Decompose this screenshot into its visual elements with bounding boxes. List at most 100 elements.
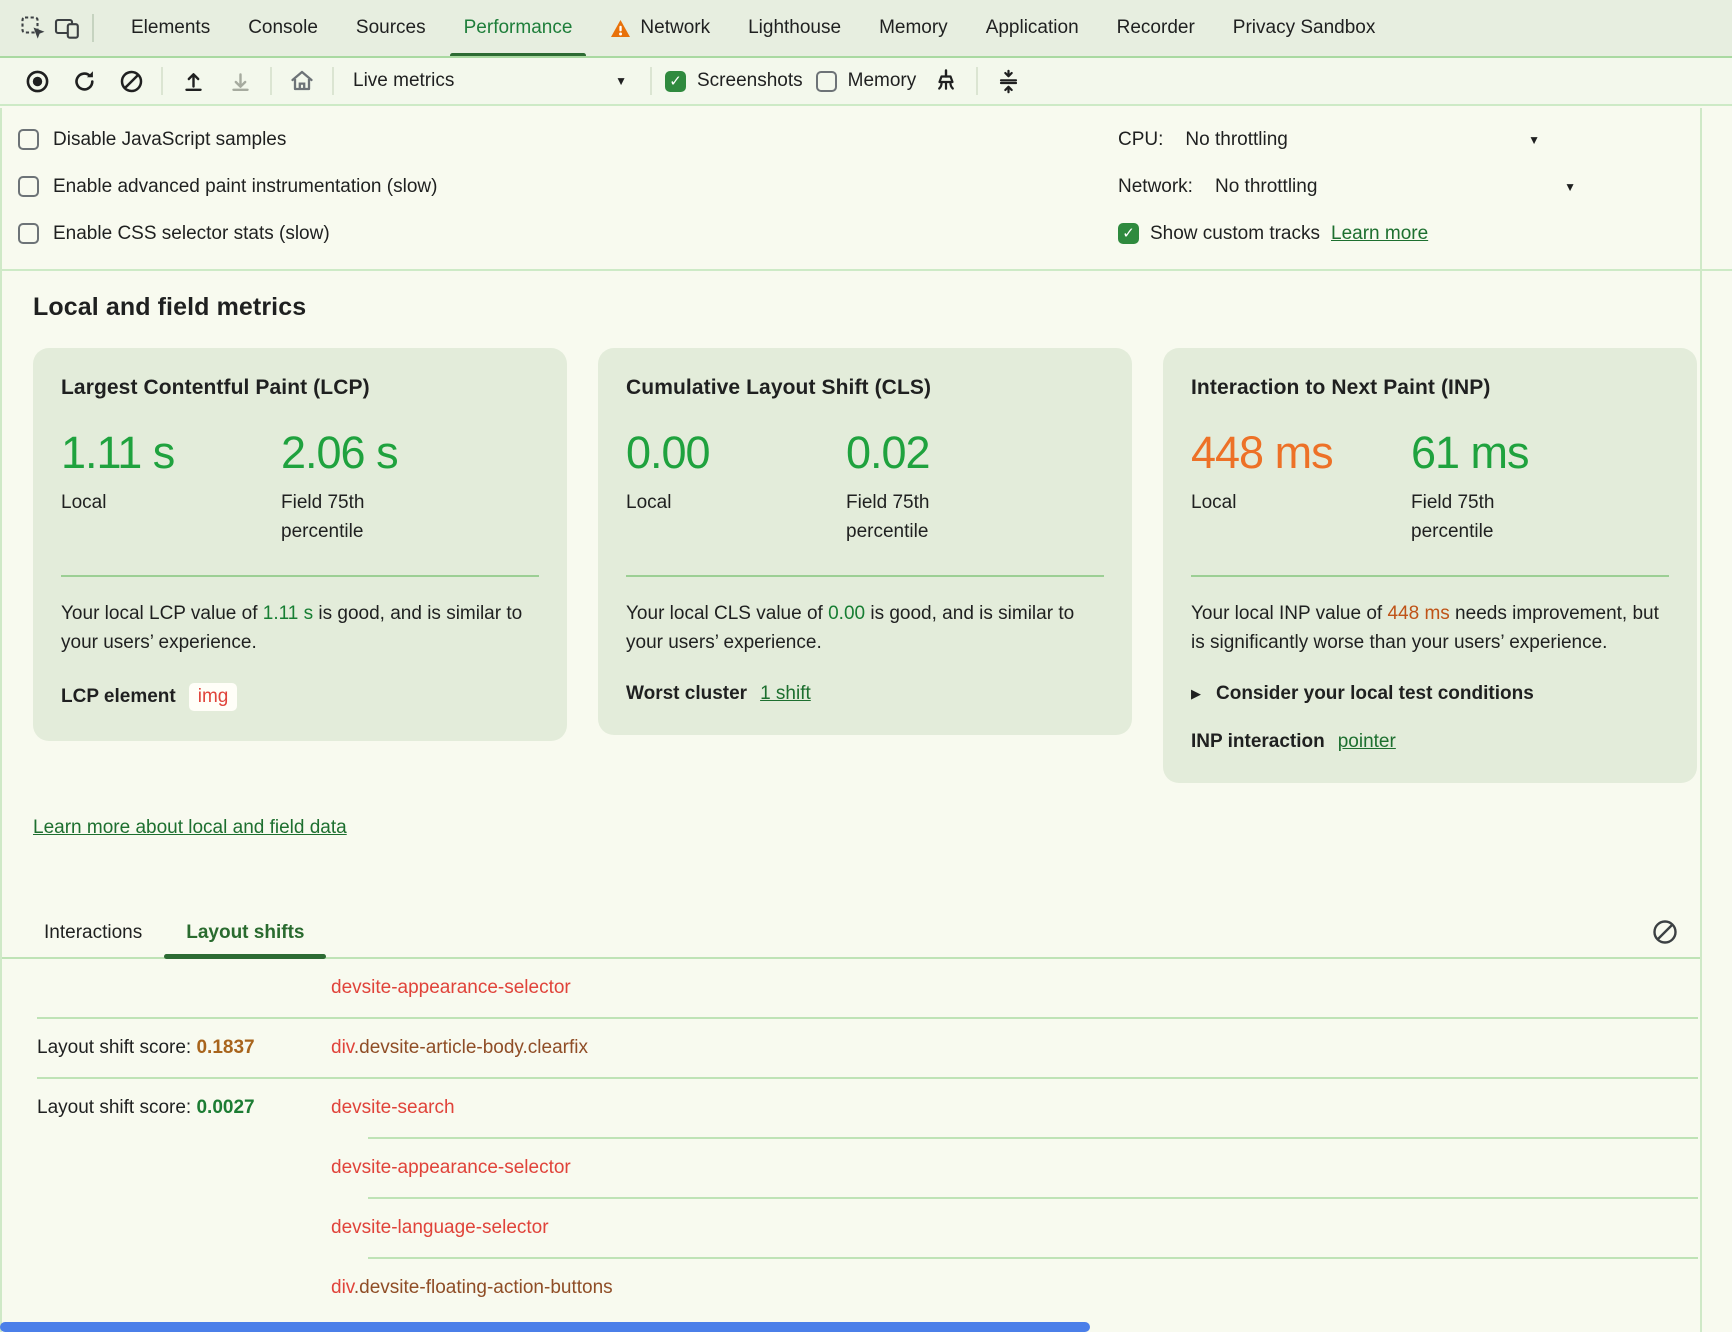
gc-brush-icon[interactable]: [929, 64, 963, 98]
panel-tabs: Elements ConsoleSources Performance Network…: [112, 0, 1732, 56]
tab-label: Performance: [464, 17, 573, 39]
cls-worst-cluster-row: Worst cluster 1 shift: [626, 683, 1104, 705]
clear-log-icon[interactable]: [1648, 915, 1682, 949]
option-css-selector-stats[interactable]: Enable CSS selector stats (slow): [18, 210, 437, 257]
inp-interaction-link[interactable]: pointer: [1338, 731, 1396, 753]
throttling-settings: CPU: No throttling ▼ Network: No throttl…: [1118, 116, 1732, 257]
lcp-inline-value: 1.11 s: [263, 603, 313, 624]
tab-elements[interactable]: Elements: [112, 0, 229, 56]
checkbox-box[interactable]: [18, 176, 39, 197]
toolbar-divider: [332, 67, 334, 95]
home-icon[interactable]: [285, 64, 319, 98]
inspect-element-icon[interactable]: [16, 11, 50, 45]
tab-sources[interactable]: Sources: [337, 0, 445, 56]
tab-label: Elements: [131, 17, 210, 39]
local-label: Local: [61, 488, 196, 517]
element-node-link[interactable]: devsite-language-selector: [331, 1217, 1732, 1239]
worst-cluster-link[interactable]: 1 shift: [760, 683, 811, 705]
field-label: Field 75th percentile: [846, 488, 981, 547]
cls-card: Cumulative Layout Shift (CLS) 0.00 Local…: [598, 348, 1132, 735]
checkbox-box[interactable]: [18, 223, 39, 244]
lcp-element-row: LCP element img: [61, 683, 539, 711]
tab-application[interactable]: Application: [967, 0, 1098, 56]
checkbox-box[interactable]: [1118, 223, 1139, 244]
score-value: 0.1837: [196, 1037, 254, 1058]
tab-label: Privacy Sandbox: [1233, 17, 1376, 39]
capture-settings: Disable JavaScript samples Enable advanc…: [0, 106, 1732, 271]
log-tab-interactions[interactable]: Interactions: [22, 909, 164, 957]
cls-local-value: 0.00: [626, 430, 846, 476]
learn-more-field-data-link[interactable]: Learn more about local and field data: [33, 817, 347, 839]
performance-toolbar: Live metrics ▼ Screenshots Memory: [0, 58, 1732, 106]
tab-performance[interactable]: Performance: [445, 0, 592, 56]
element-node-link[interactable]: devsite-appearance-selector: [331, 1157, 1732, 1179]
warning-icon: [610, 19, 631, 38]
cls-card-title: Cumulative Layout Shift (CLS): [626, 376, 1104, 400]
lcp-card-title: Largest Contentful Paint (LCP): [61, 376, 539, 400]
show-custom-tracks-label: Show custom tracks: [1150, 223, 1320, 245]
horizontal-scrollbar-thumb[interactable]: [0, 1322, 1090, 1332]
toolbar-divider: [976, 67, 978, 95]
metric-cards: Largest Contentful Paint (LCP) 1.11 s Lo…: [33, 348, 1697, 783]
history-dropdown[interactable]: Live metrics ▼: [347, 64, 637, 98]
memory-label: Memory: [848, 70, 917, 92]
cpu-throttling-select[interactable]: CPU: No throttling ▼: [1118, 129, 1540, 151]
layout-shift-score: Layout shift score: 0.1837: [0, 1037, 331, 1059]
checkbox-box[interactable]: [816, 71, 837, 92]
disclosure-label: Consider your local test conditions: [1216, 683, 1534, 705]
layout-shift-row: div.devsite-floating-action-buttons: [0, 1259, 1732, 1317]
collapse-icon[interactable]: [991, 64, 1025, 98]
lcp-card: Largest Contentful Paint (LCP) 1.11 s Lo…: [33, 348, 567, 741]
learn-more-link[interactable]: Learn more: [1331, 223, 1428, 245]
tab-label: Recorder: [1117, 17, 1195, 39]
lcp-local-value-block: 1.11 s Local: [61, 430, 281, 547]
layout-shift-row: Layout shift score: 0.1837div.devsite-ar…: [0, 1019, 1732, 1077]
card-divider: [1191, 575, 1669, 577]
memory-checkbox[interactable]: Memory: [816, 70, 917, 92]
record-and-reload-button[interactable]: [67, 64, 101, 98]
element-node-link[interactable]: div.devsite-floating-action-buttons: [331, 1277, 1732, 1299]
log-tabs: InteractionsLayout shifts: [0, 909, 1700, 959]
screenshots-checkbox[interactable]: Screenshots: [665, 70, 803, 92]
inp-interaction-label: INP interaction: [1191, 731, 1325, 753]
chevron-down-icon: ▼: [1528, 134, 1540, 146]
tab-network[interactable]: Network: [591, 0, 729, 56]
record-button[interactable]: [20, 64, 54, 98]
clear-button[interactable]: [114, 64, 148, 98]
inp-local-value-block: 448 ms Local: [1191, 430, 1411, 547]
inp-field-value: 61 ms: [1411, 430, 1669, 476]
checkbox-box[interactable]: [18, 129, 39, 150]
panel-left-border: [0, 108, 2, 1332]
element-node-link[interactable]: devsite-search: [331, 1097, 1732, 1119]
inp-card-title: Interaction to Next Paint (INP): [1191, 376, 1669, 400]
device-toolbar-icon[interactable]: [50, 11, 84, 45]
local-test-conditions-disclosure[interactable]: ▶ Consider your local test conditions: [1191, 683, 1669, 705]
inp-field-value-block: 61 ms Field 75th percentile: [1411, 430, 1669, 547]
lcp-field-value-block: 2.06 s Field 75th percentile: [281, 430, 539, 547]
toolbar-divider: [161, 67, 163, 95]
element-node-link[interactable]: div.devsite-article-body.clearfix: [331, 1037, 1732, 1059]
network-value: No throttling: [1215, 176, 1317, 198]
save-profile-icon[interactable]: [223, 64, 257, 98]
element-node-link[interactable]: devsite-appearance-selector: [331, 977, 1732, 999]
cls-inline-value: 0.00: [828, 603, 865, 624]
option-advanced-paint-instrumentation[interactable]: Enable advanced paint instrumentation (s…: [18, 163, 437, 210]
tab-memory[interactable]: Memory: [860, 0, 967, 56]
live-metrics-log: InteractionsLayout shifts devsite-appear…: [0, 909, 1732, 1317]
live-metrics-view: Local and field metrics Largest Contentf…: [0, 293, 1732, 1317]
tab-label: Application: [986, 17, 1079, 39]
log-tab-layout-shifts[interactable]: Layout shifts: [164, 909, 326, 957]
show-custom-tracks-checkbox[interactable]: Show custom tracks: [1118, 223, 1320, 245]
tab-recorder[interactable]: Recorder: [1098, 0, 1214, 56]
tab-console[interactable]: Console: [229, 0, 337, 56]
cls-local-value-block: 0.00 Local: [626, 430, 846, 547]
checkbox-box[interactable]: [665, 71, 686, 92]
load-profile-icon[interactable]: [176, 64, 210, 98]
option-disable-js-samples[interactable]: Disable JavaScript samples: [18, 116, 437, 163]
lcp-element-node-link[interactable]: img: [189, 683, 238, 711]
cls-field-value-block: 0.02 Field 75th percentile: [846, 430, 1104, 547]
tab-privacy-sandbox[interactable]: Privacy Sandbox: [1214, 0, 1395, 56]
network-throttling-select[interactable]: Network: No throttling ▼: [1118, 176, 1576, 198]
tab-lighthouse[interactable]: Lighthouse: [729, 0, 860, 56]
local-label: Local: [1191, 488, 1326, 517]
